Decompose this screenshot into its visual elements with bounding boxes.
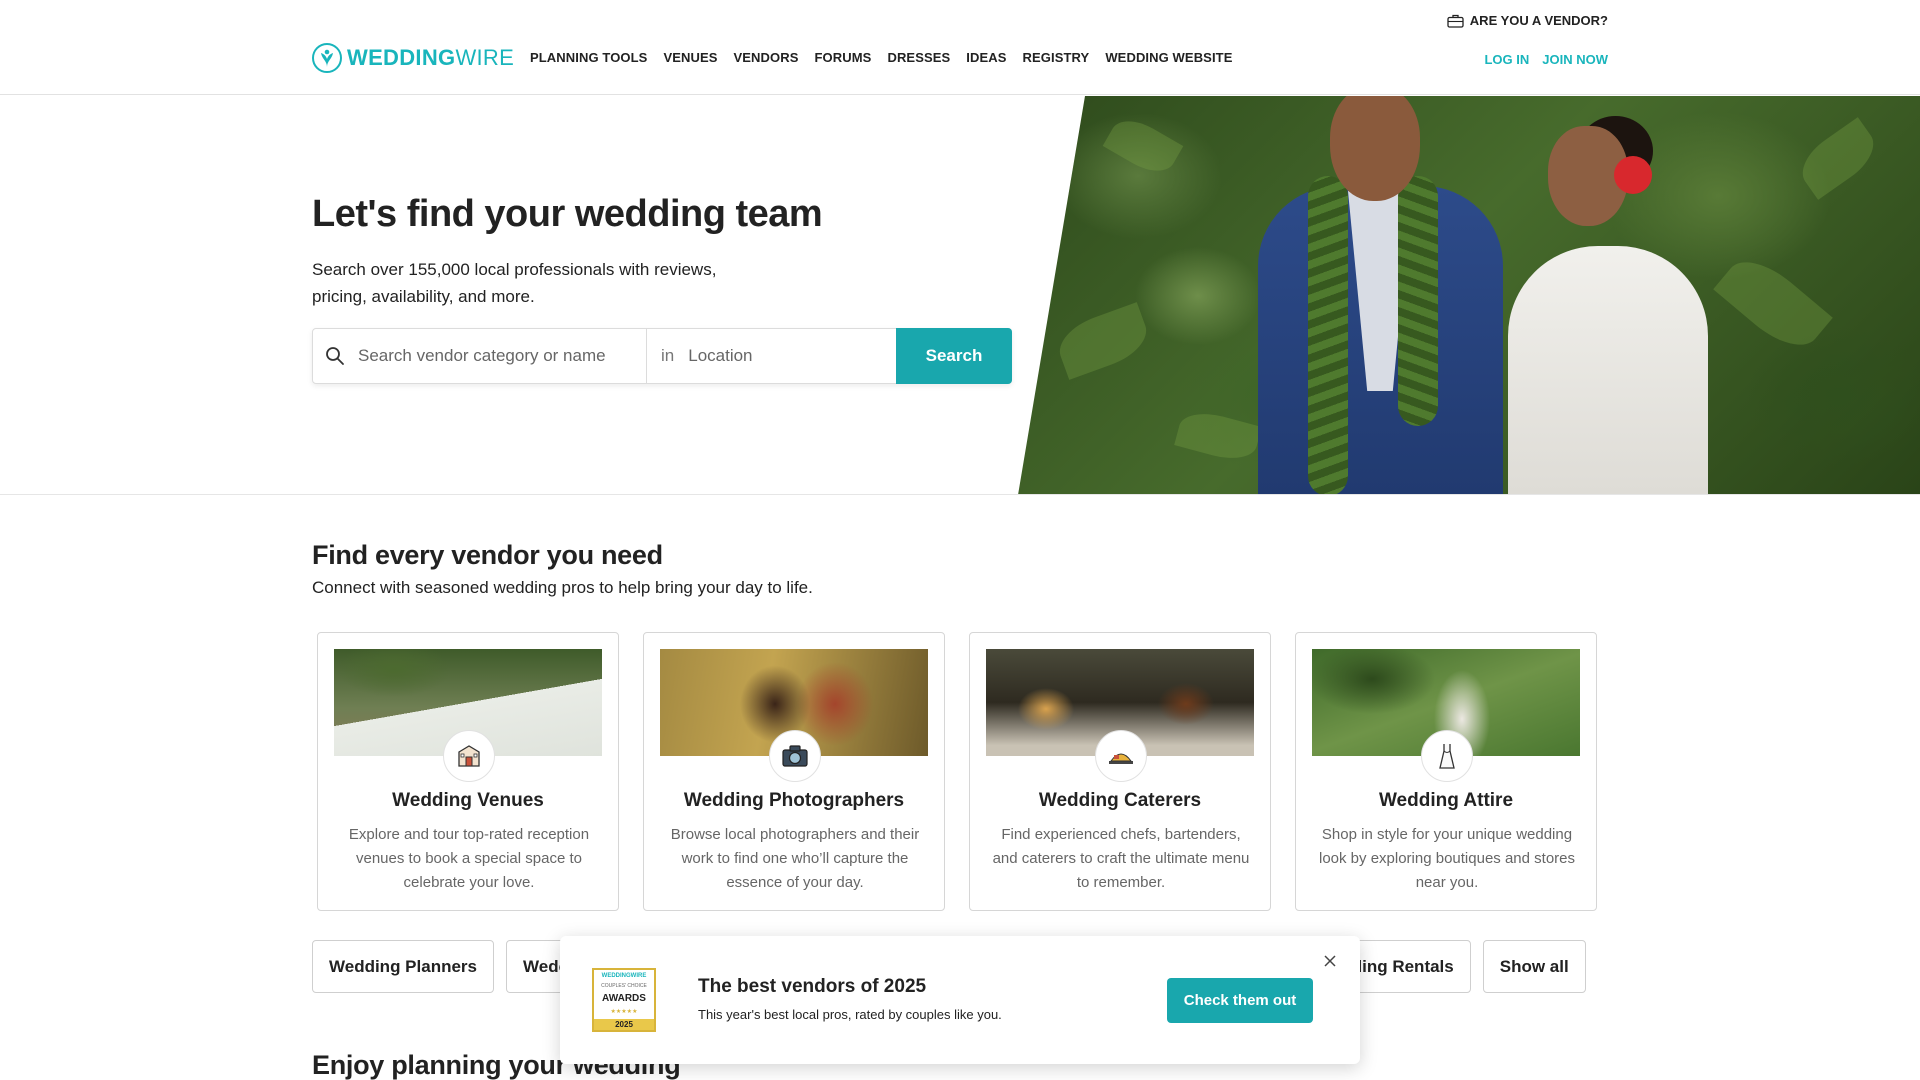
nav-ideas[interactable]: IDEAS — [966, 50, 1006, 65]
weddingwire-logo[interactable]: WEDDINGWIRE — [312, 43, 514, 73]
catering-icon — [1095, 730, 1147, 782]
category-search-field — [313, 329, 647, 383]
category-pills-right: lding Rentals Show all — [1330, 940, 1586, 993]
login-link[interactable]: LOG IN — [1484, 52, 1529, 67]
dress-icon — [1421, 730, 1473, 782]
search-button[interactable]: Search — [896, 328, 1012, 384]
location-search-field: in — [647, 329, 896, 383]
nav-wedding-website[interactable]: WEDDING WEBSITE — [1105, 50, 1232, 65]
vendor-card-photographers[interactable]: Wedding Photographers Browse local photo… — [643, 632, 945, 911]
join-now-link[interactable]: JOIN NOW — [1542, 52, 1608, 67]
camera-icon — [769, 730, 821, 782]
are-you-a-vendor-link[interactable]: ARE YOU A VENDOR? — [1447, 13, 1608, 28]
toast-title: The best vendors of 2025 — [698, 976, 927, 997]
nav-registry[interactable]: REGISTRY — [1023, 50, 1090, 65]
vendor-card-caterers[interactable]: Wedding Caterers Find experienced chefs,… — [969, 632, 1271, 911]
vendors-section-subtitle: Connect with seasoned wedding pros to he… — [312, 578, 813, 597]
nav-vendors[interactable]: VENDORS — [734, 50, 799, 65]
hero-subtitle: Search over 155,000 local professionals … — [312, 260, 717, 306]
nav-forums[interactable]: FORUMS — [815, 50, 872, 65]
card-description: Browse local photographers and their wor… — [670, 826, 920, 891]
hero-section: Let's find your wedding team Search over… — [0, 96, 1920, 495]
vendor-card-venues[interactable]: Wedding Venues Explore and tour top-rate… — [317, 632, 619, 911]
toast-subtitle: This year's best local pros, rated by co… — [698, 1007, 1002, 1022]
awards-promo-toast: WEDDINGWIRE COUPLES' CHOICE AWARDS ★★★★★… — [560, 936, 1360, 1064]
vendor-card-attire[interactable]: Wedding Attire Shop in style for your un… — [1295, 632, 1597, 911]
card-description: Explore and tour top-rated reception ven… — [348, 826, 590, 891]
category-pills-left: Wedding Planners Wedc — [312, 940, 586, 993]
card-description: Find experienced chefs, bartenders, and … — [992, 826, 1250, 891]
card-title: Wedding Venues — [392, 790, 544, 811]
vendor-category-cards: Wedding Venues Explore and tour top-rate… — [317, 632, 1597, 911]
location-input[interactable] — [688, 346, 889, 366]
briefcase-icon — [1447, 14, 1464, 28]
logo-icon — [312, 43, 342, 73]
nav-planning-tools[interactable]: PLANNING TOOLS — [530, 50, 647, 65]
auth-links: LOG IN JOIN NOW — [1484, 52, 1608, 67]
check-them-out-button[interactable]: Check them out — [1167, 978, 1313, 1023]
card-title: Wedding Caterers — [1038, 790, 1202, 811]
hero-title: Let's find your wedding team — [312, 193, 823, 235]
nav-venues[interactable]: VENUES — [663, 50, 717, 65]
pill-wedding-planners[interactable]: Wedding Planners — [312, 940, 494, 993]
close-icon[interactable] — [1322, 953, 1338, 969]
vendor-link-label: ARE YOU A VENDOR? — [1469, 13, 1608, 28]
category-search-input[interactable] — [358, 346, 628, 366]
venue-icon — [443, 730, 495, 782]
card-title: Wedding Photographers — [683, 790, 905, 811]
vendors-section-title: Find every vendor you need — [312, 540, 663, 570]
couples-choice-award-badge: WEDDINGWIRE COUPLES' CHOICE AWARDS ★★★★★… — [592, 968, 656, 1032]
main-nav: PLANNING TOOLS VENUES VENDORS FORUMS DRE… — [530, 50, 1232, 65]
card-title: Wedding Attire — [1378, 790, 1514, 811]
logo-wordmark: WEDDINGWIRE — [347, 45, 515, 70]
search-icon — [326, 347, 344, 365]
card-description: Shop in style for your unique wedding lo… — [1319, 826, 1575, 891]
in-label: in — [661, 346, 675, 365]
vendor-search-bar: in Search — [312, 328, 1012, 384]
pill-show-all[interactable]: Show all — [1482, 940, 1586, 993]
hero-couple-photo — [1018, 96, 1920, 494]
site-header: ARE YOU A VENDOR? WEDDINGWIRE PLANNING T… — [0, 0, 1920, 95]
nav-dresses[interactable]: DRESSES — [887, 50, 950, 65]
